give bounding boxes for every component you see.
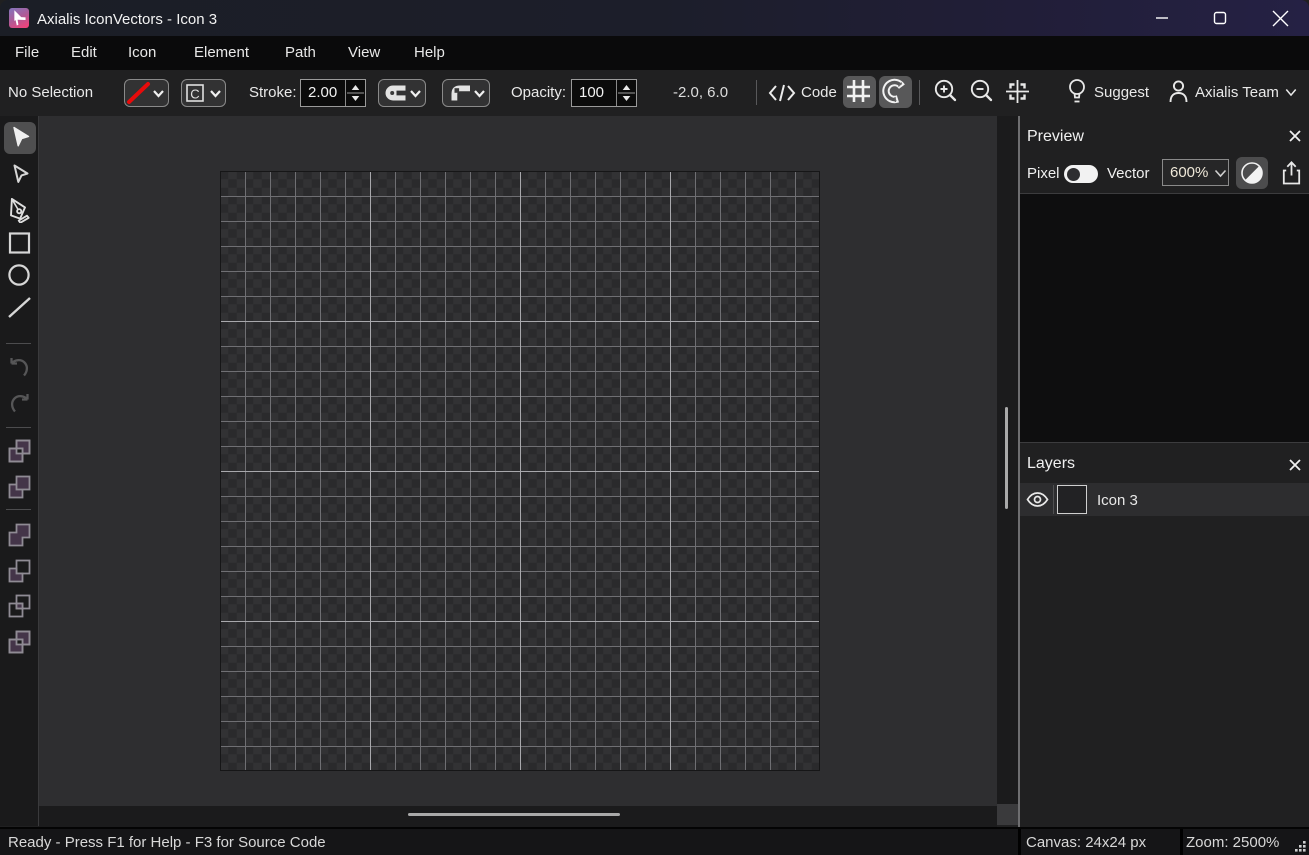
svg-text:C: C xyxy=(190,87,199,102)
